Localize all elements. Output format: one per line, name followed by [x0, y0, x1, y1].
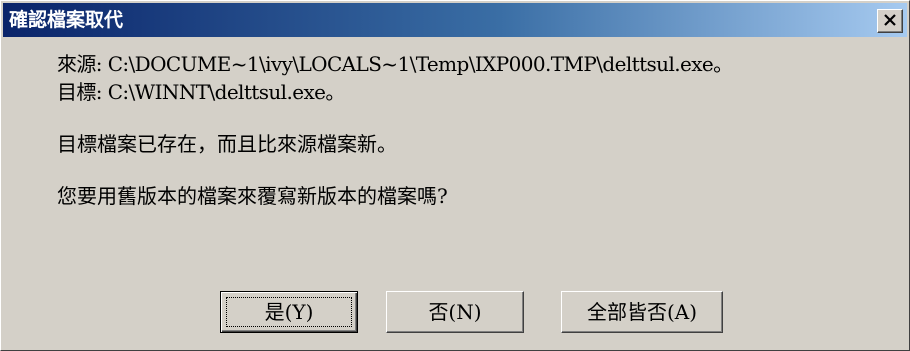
- target-path-text: 目標: C:\WINNT\delttsul.exe。: [57, 80, 345, 104]
- question-message: 您要用舊版本的檔案來覆寫新版本的檔案嗎?: [57, 184, 448, 208]
- status-message: 目標檔案已存在，而且比來源檔案新。: [57, 132, 397, 156]
- no-button-label: 否(N): [428, 300, 482, 324]
- title-bar[interactable]: 確認檔案取代: [3, 3, 907, 37]
- no-to-all-button[interactable]: 全部皆否(A): [561, 291, 723, 333]
- no-to-all-button-label: 全部皆否(A): [586, 300, 698, 324]
- source-path-text: 來源: C:\DOCUME~1\ivy\LOCALS~1\Temp\IXP000…: [57, 52, 733, 76]
- close-icon: [884, 14, 896, 26]
- confirm-file-replace-dialog: 確認檔案取代 來源: C:\DOCUME~1\ivy\LOCALS~1\Temp…: [0, 0, 910, 351]
- yes-button-label: 是(Y): [264, 300, 314, 324]
- no-button[interactable]: 否(N): [386, 291, 524, 333]
- close-button[interactable]: [877, 9, 903, 33]
- yes-button[interactable]: 是(Y): [220, 291, 358, 333]
- window-title: 確認檔案取代: [9, 9, 124, 31]
